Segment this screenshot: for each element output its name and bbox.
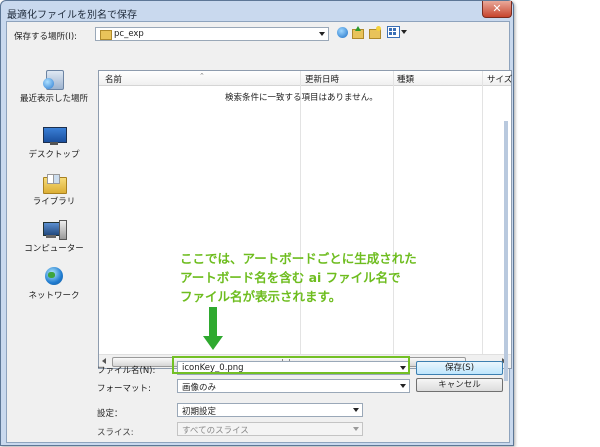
column-size[interactable]: サイズ — [487, 73, 512, 85]
annotation-line: ここでは、アートボードごとに生成された — [180, 251, 417, 266]
column-type[interactable]: 種類 — [397, 73, 414, 85]
save-dialog: 最適化ファイルを別名で保存 ✕ 保存する場所(I): pc_exp 最近表示した… — [0, 0, 514, 446]
annotation-arrow — [209, 307, 217, 337]
dialog-client: 保存する場所(I): pc_exp 最近表示した場所 デスクトップ ライブラリ … — [6, 21, 512, 443]
place-network[interactable]: ネットワーク — [14, 267, 94, 301]
slices-dropdown: すべてのスライス — [177, 422, 363, 436]
view-menu-icon[interactable] — [387, 26, 407, 38]
column-name[interactable]: 名前 — [105, 73, 122, 85]
format-value: 画像のみ — [182, 383, 217, 393]
settings-value: 初期設定 — [182, 407, 217, 417]
settings-label: 設定： — [97, 409, 123, 419]
sort-arrow-icon: ⌃ — [199, 72, 205, 80]
save-in-label: 保存する場所(I): — [14, 32, 78, 42]
back-icon[interactable] — [337, 27, 348, 38]
column-date[interactable]: 更新日時 — [305, 73, 339, 85]
cancel-button[interactable]: キャンセル — [416, 378, 503, 392]
filename-highlight-box — [172, 356, 410, 374]
recent-places-icon — [42, 70, 66, 90]
annotation-line: アートボード名を含む ai ファイル名で — [180, 270, 401, 285]
format-dropdown[interactable]: 画像のみ — [177, 379, 410, 393]
close-icon: ✕ — [492, 2, 502, 15]
new-folder-icon[interactable] — [369, 26, 381, 39]
window-title: 最適化ファイルを別名で保存 — [7, 10, 137, 21]
column-divider — [482, 71, 483, 354]
place-label: ネットワーク — [28, 291, 80, 301]
network-icon — [42, 267, 66, 287]
place-library[interactable]: ライブラリ — [14, 173, 94, 207]
computer-icon — [42, 220, 67, 240]
close-button[interactable]: ✕ — [482, 1, 512, 18]
place-desktop[interactable]: デスクトップ — [14, 126, 94, 160]
chevron-down-icon — [353, 427, 359, 431]
place-label: デスクトップ — [28, 150, 80, 160]
slices-value: すべてのスライス — [182, 426, 249, 436]
places-bar: 最近表示した場所 デスクトップ ライブラリ コンピューター ネットワーク — [14, 70, 94, 365]
arrow-down-icon — [203, 336, 223, 350]
location-dropdown[interactable]: pc_exp — [95, 27, 329, 41]
annotation-line: ファイル名が表示されます。 — [180, 289, 342, 304]
chevron-down-icon — [319, 32, 325, 36]
column-divider — [300, 71, 301, 354]
place-recent[interactable]: 最近表示した場所 — [14, 70, 94, 104]
column-divider — [393, 71, 394, 354]
filename-label: ファイル名(N): — [97, 366, 156, 376]
library-icon — [42, 173, 67, 194]
location-value: pc_exp — [114, 29, 144, 39]
save-button[interactable]: 保存(S) — [416, 361, 503, 375]
chevron-down-icon — [353, 408, 359, 412]
list-header: 名前 ⌃ 更新日時 種類 サイズ — [99, 71, 512, 86]
window-edge — [504, 121, 508, 381]
place-label: コンピューター — [24, 244, 84, 254]
empty-message: 検索条件に一致する項目はありません。 — [225, 93, 378, 103]
up-folder-icon[interactable] — [352, 26, 364, 39]
desktop-icon — [42, 126, 67, 146]
settings-dropdown[interactable]: 初期設定 — [177, 403, 363, 417]
place-label: ライブラリ — [32, 197, 76, 207]
chevron-down-icon — [400, 384, 406, 388]
folder-icon — [100, 30, 112, 40]
slices-label: スライス: — [97, 428, 134, 438]
file-list[interactable]: 名前 ⌃ 更新日時 種類 サイズ 検索条件に一致する項目はありません。 — [98, 70, 512, 369]
format-label: フォーマット: — [97, 384, 151, 394]
annotation-callout: ここでは、アートボードごとに生成された アートボード名を含む ai ファイル名で… — [180, 249, 417, 306]
place-label: 最近表示した場所 — [19, 94, 88, 104]
place-computer[interactable]: コンピューター — [14, 220, 94, 254]
